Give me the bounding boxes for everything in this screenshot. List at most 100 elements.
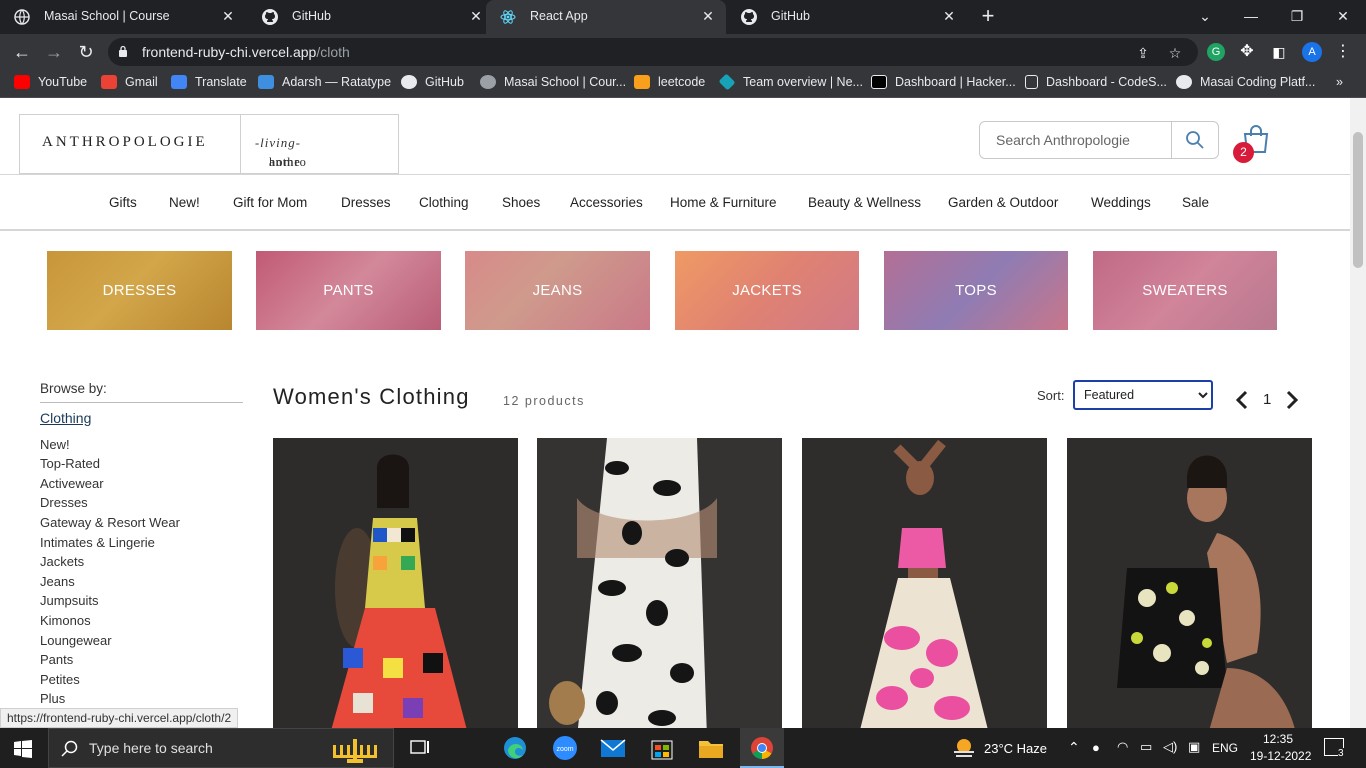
chevron-right-icon[interactable] [1284, 390, 1300, 410]
sidebar-item-jeans[interactable]: Jeans [40, 574, 75, 589]
new-tab-button[interactable]: + [977, 5, 999, 28]
nav-accessories[interactable]: Accessories [570, 195, 643, 210]
task-view-icon[interactable] [404, 734, 434, 762]
bookmark-team-overview[interactable]: Team overview | Ne... [718, 73, 863, 93]
sidebar-item-resort-wear[interactable]: Gateway & Resort Wear [40, 515, 180, 530]
more-bookmarks-icon[interactable]: » [1336, 75, 1343, 93]
sidebar-current-category[interactable]: Clothing [40, 410, 91, 426]
chevron-left-icon[interactable] [1234, 390, 1250, 410]
tray-app-icon[interactable]: ● [1092, 740, 1100, 755]
product-card[interactable] [273, 438, 518, 728]
search-input[interactable] [981, 123, 1171, 157]
anthropologie-logo[interactable]: ANTHROPOLOGIE [19, 114, 241, 174]
tab-github-2[interactable]: GitHub ✕ [727, 0, 967, 34]
menu-icon[interactable]: ⋮ [1334, 43, 1352, 61]
nav-home-furniture[interactable]: Home & Furniture [670, 195, 777, 210]
volume-icon[interactable]: ◁) [1163, 739, 1177, 755]
search-button[interactable] [1171, 122, 1219, 158]
back-icon[interactable]: ← [10, 40, 34, 64]
product-card[interactable] [802, 438, 1047, 728]
nav-clothing[interactable]: Clothing [419, 195, 469, 210]
scrollbar-thumb[interactable] [1353, 132, 1363, 268]
taskbar-search[interactable]: Type here to search [48, 728, 394, 768]
bookmark-masai-school[interactable]: Masai School | Cour... [480, 75, 626, 93]
bookmark-star-icon[interactable]: ☆ [1166, 44, 1184, 62]
tab-search-icon[interactable]: ⌄ [1193, 4, 1217, 28]
close-icon[interactable]: ✕ [468, 8, 484, 24]
file-explorer-icon[interactable] [696, 734, 726, 762]
wifi-icon[interactable]: ◠ [1117, 739, 1128, 755]
sidebar-item-petites[interactable]: Petites [40, 672, 80, 687]
tab-react-app[interactable]: React App ✕ [486, 0, 726, 34]
store-icon[interactable] [647, 734, 677, 762]
forward-icon[interactable]: → [42, 40, 66, 64]
meet-now-icon[interactable]: ▣ [1188, 739, 1200, 755]
nav-weddings[interactable]: Weddings [1091, 195, 1151, 210]
category-tops[interactable]: TOPS [884, 251, 1068, 330]
nav-dresses[interactable]: Dresses [341, 195, 391, 210]
side-panel-icon[interactable]: ◧ [1270, 43, 1288, 61]
profile-avatar[interactable]: A [1302, 42, 1322, 62]
page-scrollbar[interactable] [1350, 98, 1366, 728]
mail-icon[interactable] [598, 734, 628, 762]
anthro-living-home-logo[interactable]: anthro -living-home [240, 114, 399, 174]
close-icon[interactable]: ✕ [700, 8, 716, 24]
restore-icon[interactable]: ❐ [1285, 4, 1309, 28]
nav-new[interactable]: New! [169, 195, 200, 210]
reload-icon[interactable]: ↻ [74, 40, 98, 64]
nav-garden-outdoor[interactable]: Garden & Outdoor [948, 195, 1058, 210]
battery-icon[interactable]: ▭ [1140, 739, 1152, 755]
chevron-up-icon[interactable]: ⌃ [1068, 739, 1080, 756]
bookmark-hackerrank[interactable]: Dashboard | Hacker... [871, 75, 1016, 93]
sidebar-item-pants[interactable]: Pants [40, 652, 73, 667]
close-icon[interactable]: ✕ [220, 8, 236, 24]
clock-time[interactable]: 12:35 [1263, 732, 1293, 746]
sidebar-item-jackets[interactable]: Jackets [40, 554, 84, 569]
nav-gifts[interactable]: Gifts [109, 195, 137, 210]
windows-start-icon[interactable] [14, 740, 32, 758]
product-card[interactable] [1067, 438, 1312, 728]
language-indicator[interactable]: ENG [1212, 741, 1238, 755]
nav-sale[interactable]: Sale [1182, 195, 1209, 210]
sidebar-item-intimates[interactable]: Intimates & Lingerie [40, 535, 155, 550]
category-jackets[interactable]: JACKETS [675, 251, 859, 330]
extensions-icon[interactable]: ✥ [1238, 43, 1256, 61]
bookmark-translate[interactable]: Translate [171, 75, 247, 93]
weather-haze-icon[interactable] [952, 736, 976, 760]
category-pants[interactable]: PANTS [256, 251, 441, 330]
bookmark-masai-coding[interactable]: Masai Coding Platf... [1176, 75, 1315, 93]
bookmark-leetcode[interactable]: leetcode [634, 75, 705, 93]
share-icon[interactable]: ⇪ [1134, 44, 1152, 62]
sidebar-item-plus[interactable]: Plus [40, 691, 65, 706]
close-icon[interactable]: ✕ [941, 8, 957, 24]
sort-select[interactable]: Featured [1073, 380, 1213, 410]
category-dresses[interactable]: DRESSES [47, 251, 232, 330]
sidebar-item-activewear[interactable]: Activewear [40, 476, 104, 491]
sidebar-item-loungewear[interactable]: Loungewear [40, 633, 112, 648]
bookmark-codesignal[interactable]: Dashboard - CodeS... [1025, 75, 1167, 93]
edge-icon[interactable] [500, 734, 530, 762]
bookmark-gmail[interactable]: Gmail [101, 75, 158, 93]
tab-masai-school[interactable]: Masai School | Course ✕ [0, 0, 246, 34]
clock-date[interactable]: 19-12-2022 [1250, 749, 1311, 763]
weather-text[interactable]: 23°C Haze [984, 741, 1047, 756]
sidebar-item-top-rated[interactable]: Top-Rated [40, 456, 100, 471]
bookmark-github[interactable]: GitHub [401, 75, 464, 93]
bookmark-youtube[interactable]: YouTube [14, 75, 87, 93]
bookmark-ratatype[interactable]: Adarsh — Ratatype [258, 75, 391, 93]
nav-beauty-wellness[interactable]: Beauty & Wellness [808, 195, 921, 210]
product-card[interactable] [537, 438, 782, 728]
category-sweaters[interactable]: SWEATERS [1093, 251, 1277, 330]
sidebar-item-dresses[interactable]: Dresses [40, 495, 88, 510]
chrome-taskbar-icon[interactable] [740, 728, 784, 768]
zoom-icon[interactable]: zoom [550, 734, 580, 762]
sidebar-item-kimonos[interactable]: Kimonos [40, 613, 91, 628]
category-jeans[interactable]: JEANS [465, 251, 650, 330]
sidebar-item-jumpsuits[interactable]: Jumpsuits [40, 593, 99, 608]
address-bar[interactable]: frontend-ruby-chi.vercel.app/cloth ⇪ ☆ [108, 38, 1198, 66]
grammarly-icon[interactable]: G [1207, 43, 1225, 61]
tab-github[interactable]: GitHub ✕ [248, 0, 494, 34]
sidebar-item-new[interactable]: New! [40, 437, 70, 452]
close-window-icon[interactable]: ✕ [1331, 4, 1355, 28]
nav-shoes[interactable]: Shoes [502, 195, 540, 210]
